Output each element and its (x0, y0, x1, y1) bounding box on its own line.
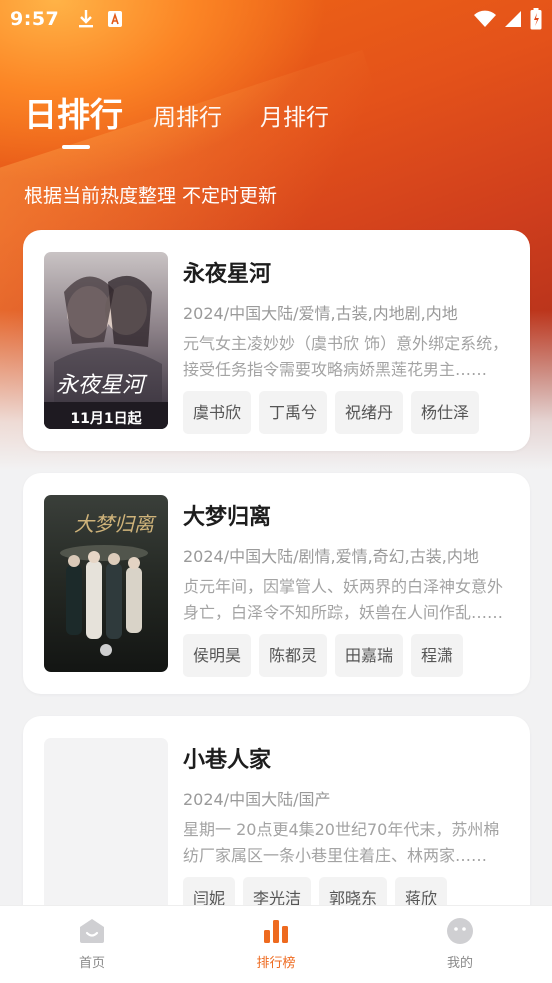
cast-chip[interactable]: 祝绪丹 (335, 391, 404, 434)
home-icon (80, 919, 104, 943)
show-title: 永夜星河 (183, 262, 272, 287)
show-meta: 2024/中国大陆/爱情,古装,内地剧,内地 (183, 304, 458, 323)
status-bar: 9:57 (0, 0, 552, 38)
show-card[interactable]: 大梦归离 大梦归离 2024/中国大陆/剧情,爱情,奇幻,古装,内地 贞元年间，… (23, 473, 530, 694)
ranking-list: 永夜星河 11月1日起 永夜星河 2024/中国大陆/爱情,古装,内地剧,内地 … (23, 230, 530, 959)
tab-daily-rank[interactable]: 日排行 (24, 88, 123, 136)
poster-title-art: 永夜星河 (56, 373, 148, 398)
show-card[interactable]: 小巷人家 2024/中国大陆/国产 星期一 20点更4集20世纪70年代末，苏州… (23, 716, 530, 937)
show-meta: 2024/中国大陆/国产 (183, 790, 331, 809)
wifi-icon (474, 10, 496, 27)
show-title: 大梦归离 (183, 505, 272, 530)
ranking-subtitle: 根据当前热度整理 不定时更新 (24, 185, 278, 207)
cast-chip[interactable]: 程潇 (411, 634, 464, 677)
cast-chip[interactable]: 田嘉瑞 (335, 634, 404, 677)
status-time: 9:57 (10, 8, 60, 30)
tab-weekly-rank[interactable]: 周排行 (153, 98, 222, 136)
tabbar-label: 排行榜 (256, 956, 296, 971)
show-poster-placeholder (44, 738, 168, 915)
rank-tabs: 日排行 周排行 月排行 (24, 88, 367, 149)
tabbar-label: 首页 (78, 956, 105, 971)
show-title: 小巷人家 (183, 748, 272, 773)
cast-list: 侯明昊 陈都灵 田嘉瑞 程潇 (183, 634, 464, 677)
battery-icon (530, 8, 542, 30)
cast-chip[interactable]: 杨仕泽 (411, 391, 480, 434)
poster-title-art: 大梦归离 (74, 512, 157, 536)
tab-monthly-rank[interactable]: 月排行 (260, 98, 329, 136)
show-description: 星期一 20点更4集20世纪70年代末，苏州棉纺厂家属区一条小巷里住着庄、林两家… (183, 820, 500, 865)
download-icon (79, 10, 94, 28)
cast-chip[interactable]: 丁禹兮 (259, 391, 328, 434)
show-poster: 永夜星河 11月1日起 (44, 252, 168, 429)
cast-chip[interactable]: 陈都灵 (259, 634, 328, 677)
tabbar-ranking[interactable]: 排行榜 (184, 906, 368, 983)
show-poster: 大梦归离 (44, 495, 168, 672)
tabbar-profile[interactable]: 我的 (368, 906, 552, 983)
tabbar-label: 我的 (446, 956, 473, 971)
show-meta: 2024/中国大陆/剧情,爱情,奇幻,古装,内地 (183, 547, 479, 566)
show-description: 元气女主凌妙妙（虞书欣 饰）意外绑定系统，接受任务指令需要攻略病娇黑莲花男主…… (183, 334, 509, 379)
show-description: 贞元年间，因掌管人、妖两界的白泽神女意外身亡，白泽令不知所踪，妖兽在人间作乱…… (183, 577, 504, 622)
tabbar-home[interactable]: 首页 (0, 906, 184, 983)
cast-list: 虞书欣 丁禹兮 祝绪丹 杨仕泽 (183, 391, 480, 434)
show-card[interactable]: 永夜星河 11月1日起 永夜星河 2024/中国大陆/爱情,古装,内地剧,内地 … (23, 230, 530, 451)
cast-chip[interactable]: 侯明昊 (183, 634, 252, 677)
cell-signal-icon (505, 11, 521, 27)
ranking-icon (264, 920, 288, 943)
profile-icon (447, 918, 473, 944)
text-a-icon (108, 11, 123, 27)
cast-chip[interactable]: 虞书欣 (183, 391, 252, 434)
active-tab-indicator (62, 145, 90, 149)
poster-date-tag: 11月1日起 (70, 410, 142, 427)
bottom-tab-bar: 首页 排行榜 我的 (0, 905, 552, 983)
